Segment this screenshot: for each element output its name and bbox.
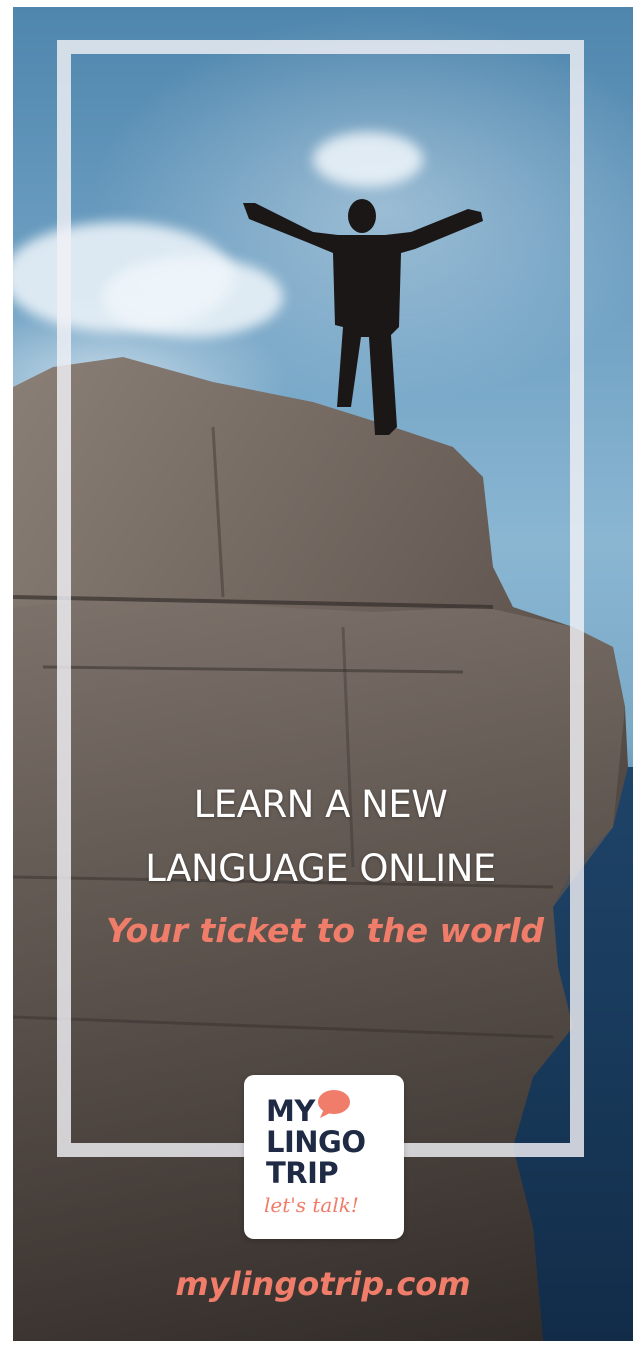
frame-border [57, 40, 584, 1157]
headline-line-1: LEARN A NEW [193, 783, 448, 826]
logo-text-trip: TRIP [266, 1156, 339, 1190]
logo-text-my: MY [266, 1094, 315, 1128]
logo-text-lingo: LINGO [266, 1125, 366, 1159]
speech-bubble-icon [318, 1090, 350, 1118]
tagline: Your ticket to the world [105, 911, 545, 950]
website-link[interactable]: mylingotrip.com [13, 1268, 633, 1300]
headline-line-2: LANGUAGE ONLINE [145, 847, 496, 890]
logo: MY LINGO TRIP let's talk! [244, 1075, 404, 1239]
logo-slogan: let's talk! [264, 1193, 359, 1217]
